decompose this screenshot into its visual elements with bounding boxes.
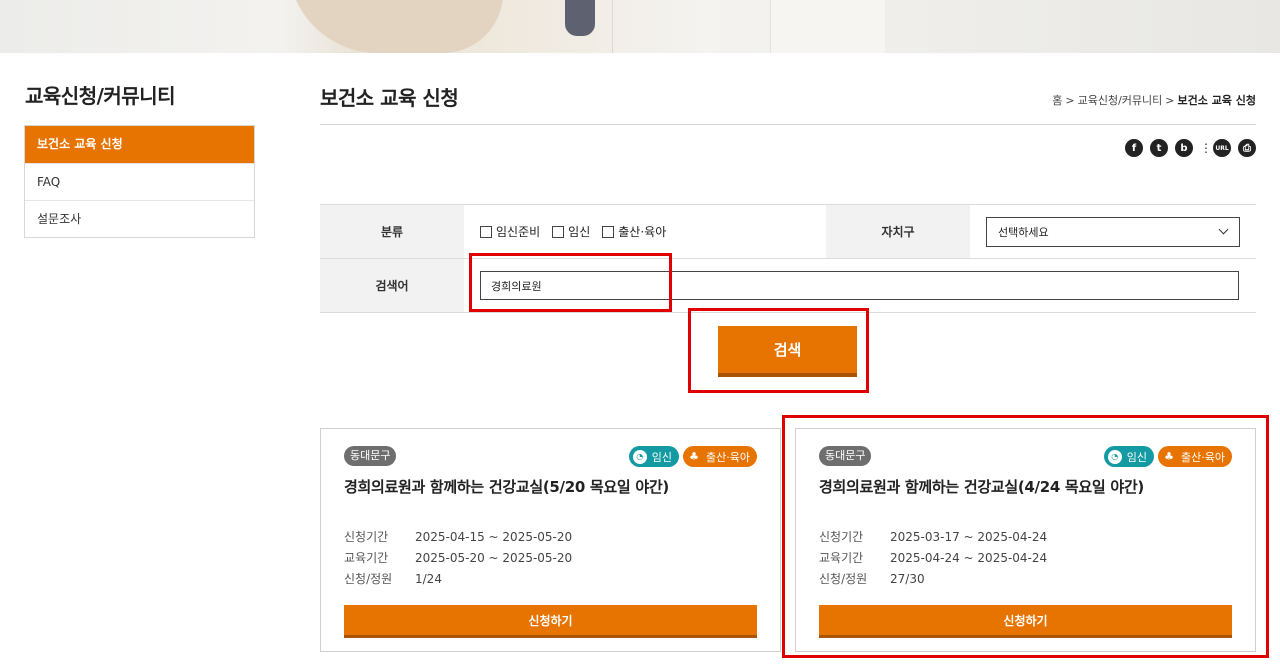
url-copy-icon[interactable]: URL [1213, 139, 1231, 157]
keyword-cell [464, 259, 1239, 312]
search-row-category: 분류 임신준비 임신 출산·육아 자치구 선택하세요 [320, 205, 1256, 259]
tag-label: 출산·육아 [706, 450, 750, 464]
top-banner-image [0, 0, 1280, 53]
category-tags: ◔ 임신 ♣ 출산·육아 [628, 446, 757, 467]
banner-figure [565, 0, 595, 36]
checkbox-icon[interactable] [480, 225, 492, 238]
checkbox-icon[interactable] [602, 225, 615, 238]
checkbox-label: 임신준비 [496, 225, 541, 239]
banner-figure [612, 0, 613, 53]
breadcrumb-current: 보건소 교육 신청 [1177, 94, 1257, 107]
card-info: 신청기간 2025-04-15 ~ 2025-05-20 교육기간 2025-05-… [344, 526, 572, 589]
info-key: 신청기간 [344, 530, 389, 544]
checkbox-pregnancy-prep[interactable]: 임신준비 [480, 223, 540, 240]
sidebar-title: 교육신청/커뮤니티 [25, 84, 176, 108]
info-row: 교육기간 2025-05-20 ~ 2025-05-20 [344, 547, 572, 568]
sidebar-menu: 보건소 교육 신청 FAQ 설문조사 [24, 125, 255, 238]
breadcrumb-separator: > [1065, 94, 1075, 107]
chevron-down-icon [1218, 224, 1229, 235]
sidebar-item-education-apply[interactable]: 보건소 교육 신청 [25, 126, 254, 163]
keyword-input[interactable] [480, 271, 1239, 300]
card-title[interactable]: 경희의료원과 함께하는 건강교실(5/20 목요일 야간) [344, 476, 669, 497]
info-key: 신청/정원 [344, 572, 393, 586]
search-row-keyword: 검색어 [320, 259, 1256, 313]
info-key: 교육기간 [819, 551, 864, 565]
card-info: 신청기간 2025-03-17 ~ 2025-04-24 교육기간 2025-04-… [819, 526, 1047, 589]
pregnancy-icon: ◔ [632, 449, 647, 464]
checkbox-label: 임신 [568, 225, 591, 239]
checkbox-pregnancy[interactable]: 임신 [552, 223, 590, 240]
info-key: 신청/정원 [819, 572, 868, 586]
info-key: 교육기간 [344, 551, 389, 565]
result-card: 동대문구 ◔ 임신 ♣ 출산·육아 경희의료원과 함께하는 건강교실(5/20 목요… [320, 428, 781, 652]
card-title[interactable]: 경희의료원과 함께하는 건강교실(4/24 목요일 야간) [819, 476, 1144, 497]
info-row: 신청/정원 27/30 [819, 568, 1047, 589]
print-icon[interactable]: ⎙ [1238, 139, 1256, 157]
district-badge: 동대문구 [819, 446, 872, 466]
banner-figure [288, 0, 503, 53]
result-card: 동대문구 ◔ 임신 ♣ 출산·육아 경희의료원과 함께하는 건강교실(4/24 목요… [795, 428, 1256, 652]
breadcrumb-separator: > [1165, 94, 1175, 107]
tag-pregnancy: ◔ 임신 [1103, 446, 1155, 467]
title-divider [320, 124, 1256, 125]
tag-childbirth: ♣ 출산·육아 [1158, 446, 1232, 467]
info-value: 2025-05-20 ~ 2025-05-20 [415, 550, 573, 565]
breadcrumb: 홈 > 교육신청/커뮤니티 > 보건소 교육 신청 [1052, 92, 1256, 108]
info-row: 신청기간 2025-03-17 ~ 2025-04-24 [819, 526, 1047, 547]
info-row: 신청/정원 1/24 [344, 568, 572, 589]
banner-figure [770, 0, 885, 53]
district-badge: 동대문구 [344, 446, 397, 466]
info-key: 신청기간 [819, 530, 864, 544]
tag-label: 임신 [1126, 450, 1148, 464]
info-value: 2025-04-15 ~ 2025-05-20 [415, 529, 573, 544]
info-value: 27/30 [890, 571, 925, 586]
checkbox-label: 출산·육아 [618, 225, 667, 239]
tag-label: 출산·육아 [1181, 450, 1225, 464]
info-row: 교육기간 2025-04-24 ~ 2025-04-24 [819, 547, 1047, 568]
district-cell: 선택하세요 [970, 205, 1256, 258]
apply-button[interactable]: 신청하기 [819, 605, 1232, 638]
sidebar-item-survey[interactable]: 설문조사 [25, 200, 254, 237]
info-row: 신청기간 2025-04-15 ~ 2025-05-20 [344, 526, 572, 547]
category-tags: ◔ 임신 ♣ 출산·육아 [1103, 446, 1232, 467]
district-label: 자치구 [826, 205, 970, 258]
sidebar-item-faq[interactable]: FAQ [25, 163, 254, 200]
baby-icon: ♣ [689, 450, 699, 463]
district-select-value: 선택하세요 [998, 225, 1049, 239]
page-title: 보건소 교육 신청 [320, 86, 459, 110]
checkbox-icon[interactable] [552, 225, 565, 238]
info-value: 2025-03-17 ~ 2025-04-24 [890, 529, 1048, 544]
info-value: 2025-04-24 ~ 2025-04-24 [890, 550, 1048, 565]
baby-icon: ♣ [1164, 450, 1174, 463]
pregnancy-icon: ◔ [1107, 449, 1122, 464]
facebook-icon[interactable]: f [1125, 139, 1143, 157]
blog-icon[interactable]: b [1175, 139, 1193, 157]
tag-label: 임신 [651, 450, 673, 464]
category-label: 분류 [320, 205, 464, 258]
search-form: 분류 임신준비 임신 출산·육아 자치구 선택하세요 검색어 [320, 204, 1256, 313]
breadcrumb-home[interactable]: 홈 [1052, 94, 1062, 107]
category-options: 임신준비 임신 출산·육아 [464, 205, 826, 258]
checkbox-childbirth-parenting[interactable]: 출산·육아 [602, 223, 666, 240]
twitter-icon[interactable]: t [1150, 139, 1168, 157]
info-value: 1/24 [415, 571, 442, 586]
apply-button[interactable]: 신청하기 [344, 605, 757, 638]
tag-pregnancy: ◔ 임신 [628, 446, 680, 467]
search-button[interactable]: 검색 [718, 326, 857, 377]
breadcrumb-section[interactable]: 교육신청/커뮤니티 [1078, 94, 1163, 107]
share-bar: f t b ⋮ URL ⎙ [1125, 139, 1256, 157]
more-icon[interactable]: ⋮ [1200, 141, 1212, 155]
district-select[interactable]: 선택하세요 [986, 216, 1240, 247]
keyword-label: 검색어 [320, 259, 464, 312]
tag-childbirth: ♣ 출산·육아 [683, 446, 757, 467]
